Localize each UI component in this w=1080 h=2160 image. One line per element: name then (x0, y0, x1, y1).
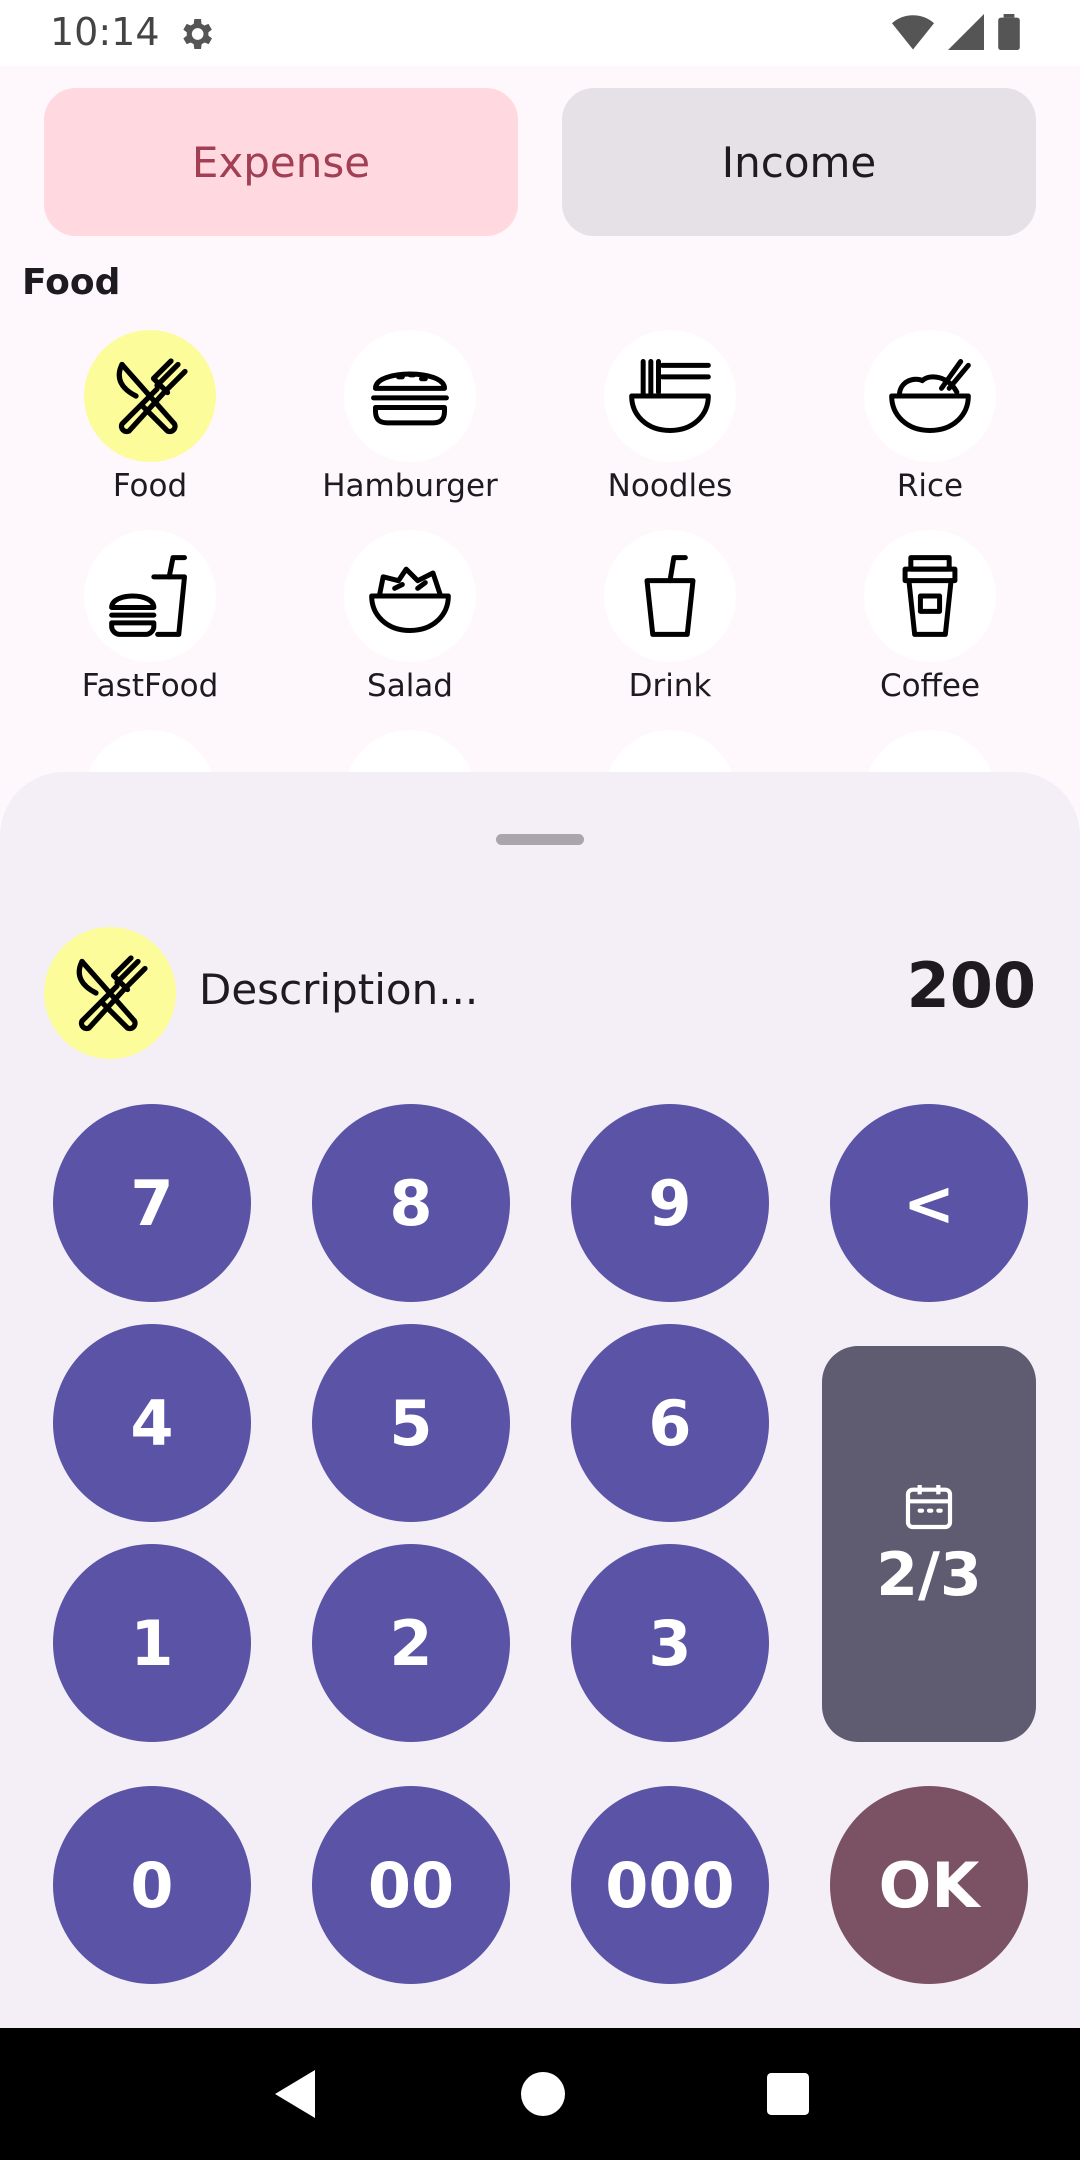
calendar-icon (905, 1485, 953, 1530)
salad-icon (344, 530, 476, 662)
category-label: Hamburger (322, 468, 498, 504)
key-9[interactable]: 9 (571, 1104, 769, 1302)
key-4[interactable]: 4 (53, 1324, 251, 1522)
category-item-drink[interactable]: Drink (540, 530, 800, 730)
income-tab[interactable]: Income (562, 88, 1036, 236)
category-label: Rice (896, 468, 964, 504)
key-8[interactable]: 8 (312, 1104, 510, 1302)
entry-row: Description... 200 (44, 927, 1036, 1061)
category-label: Food (112, 468, 188, 504)
category-item-hamburger[interactable]: Hamburger (280, 330, 540, 530)
category-section-title: Food (22, 262, 121, 303)
coffee-icon (864, 530, 996, 662)
amount-display: 200 (906, 949, 1036, 1022)
fastfood-icon (84, 530, 216, 662)
key-6[interactable]: 6 (571, 1324, 769, 1522)
date-button[interactable]: 2/3 (822, 1346, 1036, 1742)
description-input[interactable]: Description... (199, 965, 478, 1014)
ok-button[interactable]: OK (830, 1786, 1028, 1984)
key-7[interactable]: 7 (53, 1104, 251, 1302)
cellular-signal-icon (948, 14, 984, 50)
hamburger-icon (344, 330, 476, 462)
category-label: Coffee (879, 668, 981, 704)
recents-nav-icon[interactable] (767, 2073, 809, 2115)
noodles-icon (604, 330, 736, 462)
category-label: FastFood (81, 668, 219, 704)
drink-icon (604, 530, 736, 662)
rice-bowl-icon (864, 330, 996, 462)
status-icons (892, 14, 1020, 50)
category-item-food[interactable]: Food (20, 330, 280, 530)
category-item-salad[interactable]: Salad (280, 530, 540, 730)
backspace-button[interactable]: < (830, 1104, 1028, 1302)
fork-knife-icon (84, 330, 216, 462)
key-1[interactable]: 1 (53, 1544, 251, 1742)
fork-knife-icon[interactable] (44, 927, 176, 1059)
key-2[interactable]: 2 (312, 1544, 510, 1742)
transaction-type-toggle: Expense Income (44, 88, 1036, 236)
settings-gear-icon (183, 19, 212, 49)
status-bar: 10:14 (0, 0, 1080, 66)
key-5[interactable]: 5 (312, 1324, 510, 1522)
status-time: 10:14 (50, 10, 160, 54)
key-3[interactable]: 3 (571, 1544, 769, 1742)
category-item-rice[interactable]: Rice (800, 330, 1060, 530)
category-label: Salad (367, 668, 453, 704)
key-0[interactable]: 0 (53, 1786, 251, 1984)
sheet-drag-handle[interactable] (496, 834, 584, 845)
home-nav-icon[interactable] (521, 2072, 565, 2116)
category-label: Drink (628, 668, 712, 704)
back-nav-icon[interactable] (271, 2068, 319, 2120)
system-nav-bar (0, 2028, 1080, 2160)
wifi-icon (892, 15, 934, 50)
category-item-coffee[interactable]: Coffee (800, 530, 1060, 730)
key-000[interactable]: 000 (571, 1786, 769, 1984)
date-label: 2/3 (876, 1540, 982, 1610)
category-label: Noodles (607, 468, 733, 504)
category-item-fastfood[interactable]: FastFood (20, 530, 280, 730)
battery-icon (998, 14, 1020, 50)
expense-tab[interactable]: Expense (44, 88, 518, 236)
key-00[interactable]: 00 (312, 1786, 510, 1984)
category-item-noodles[interactable]: Noodles (540, 330, 800, 530)
entry-bottom-sheet: Description... 200 7 8 9 < 4 5 6 1 2 3 2… (0, 772, 1080, 2028)
